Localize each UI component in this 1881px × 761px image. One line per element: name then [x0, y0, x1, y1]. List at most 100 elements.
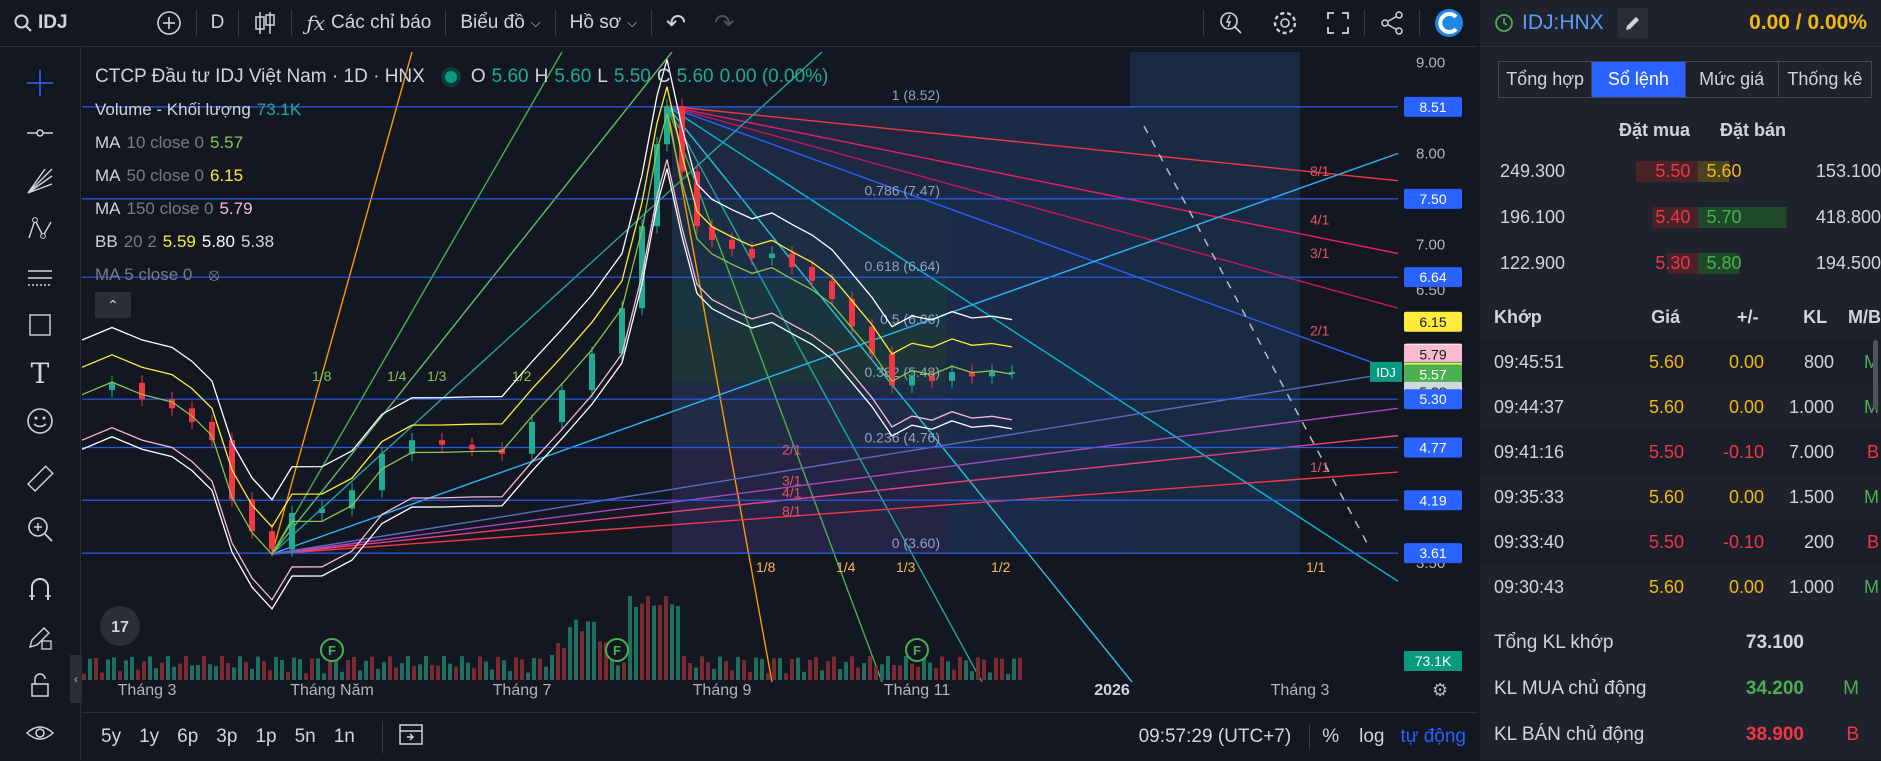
interval-button[interactable]: D — [197, 0, 239, 46]
eye-hidden-icon[interactable]: ⦻ — [208, 265, 219, 285]
indicators-button[interactable]: ƒx Các chỉ báo — [292, 0, 445, 46]
panel-price-change: 0.00 / 0.00% — [1749, 11, 1867, 34]
fullscreen-button[interactable] — [1312, 0, 1364, 46]
range-button-5n[interactable]: 5n — [286, 726, 325, 748]
trendline-tool[interactable] — [22, 115, 58, 151]
shape-tool[interactable] — [22, 307, 58, 343]
emoji-tool[interactable] — [22, 403, 58, 439]
event-marker[interactable]: F — [605, 638, 629, 662]
volume-bar — [136, 669, 140, 680]
edit-symbol-button[interactable] — [1617, 8, 1648, 38]
orderbook-row[interactable]: 196.100 5.40 5.70 418.800 — [1480, 194, 1881, 240]
match-header-cell: M/B — [1847, 306, 1881, 327]
pattern-tool[interactable] — [22, 211, 58, 247]
range-button-6p[interactable]: 6p — [168, 726, 207, 748]
orderbook-row[interactable]: 122.900 5.30 5.80 194.500 — [1480, 240, 1881, 286]
clock[interactable]: 09:57:29 (UTC+7) — [1139, 726, 1292, 748]
range-button-1y[interactable]: 1y — [130, 726, 168, 748]
fan-ratio-label: 4/1 — [782, 485, 802, 501]
forecast-tool[interactable] — [22, 259, 58, 295]
match-price: 5.60 — [1648, 397, 1684, 417]
ohlc-h-label: H — [534, 65, 549, 87]
match-row[interactable]: 09:41:16 5.50 -0.10 7.000 B — [1480, 430, 1881, 475]
match-row[interactable]: 09:35:33 5.60 0.00 1.500 M — [1480, 475, 1881, 520]
share-button[interactable] — [1365, 0, 1419, 46]
percent-toggle[interactable]: % — [1322, 726, 1339, 748]
volume-bar — [538, 658, 542, 680]
panel-symbol[interactable]: IDJ:HNX — [1522, 11, 1604, 35]
chart-type-dropdown[interactable]: Biểu đồ ⌵ — [446, 0, 554, 46]
candle-body — [949, 371, 955, 381]
volume-bar — [364, 660, 368, 680]
tab-1[interactable]: Sổ lệnh — [1592, 62, 1686, 97]
match-row[interactable]: 09:30:43 5.60 0.00 1.000 M — [1480, 565, 1881, 610]
match-row[interactable]: 09:44:37 5.60 0.00 1.000 M — [1480, 385, 1881, 430]
volume-value: 73.1K — [256, 99, 302, 119]
price-tag: 6.64 — [1404, 267, 1462, 288]
magnet-tool[interactable] — [22, 571, 58, 607]
event-marker-label: F — [913, 643, 921, 658]
range-button-5y[interactable]: 5y — [92, 726, 130, 748]
pencil-icon — [1625, 17, 1639, 30]
volume-bar — [1000, 658, 1004, 680]
redo-button[interactable]: ↷ — [700, 0, 748, 46]
text-tool[interactable]: T — [22, 355, 58, 391]
event-marker[interactable]: F — [320, 638, 344, 662]
volume-bar — [562, 647, 566, 680]
fib-level-label: 0.786 (7.47) — [865, 183, 941, 199]
orderbook-row[interactable]: 249.300 5.50 5.60 153.100 — [1480, 148, 1881, 194]
fib-level-label: 0.5 (6.06) — [880, 311, 940, 327]
redo-icon: ↷ — [714, 9, 735, 37]
tab-3[interactable]: Thống kê — [1779, 62, 1871, 97]
volume-bar — [460, 656, 464, 680]
volume-bar — [784, 673, 788, 680]
measure-tool[interactable] — [22, 461, 58, 497]
legend-volume-row[interactable]: Volume - Khối lượng 73.1K — [95, 93, 828, 126]
fib-fan-tool[interactable] — [22, 163, 58, 199]
legend-ma50-row[interactable]: MA 50 close 0 6.15 — [95, 159, 828, 192]
volume-bar — [190, 665, 194, 680]
log-toggle[interactable]: log — [1359, 726, 1384, 748]
collapse-toolbar-button[interactable]: ‹ — [70, 655, 82, 703]
price-tag: 4.19 — [1404, 490, 1462, 511]
legend-ma5-row[interactable]: MA 5 close 0 ⦻ — [95, 258, 828, 291]
volume-bar — [436, 665, 440, 680]
undo-button[interactable]: ↶ — [652, 0, 700, 46]
match-price: 5.60 — [1648, 487, 1684, 507]
zoom-tool[interactable] — [22, 511, 58, 547]
tv-logo[interactable]: 17 — [100, 606, 140, 646]
profile-dropdown[interactable]: Hồ sơ ⌵ — [556, 0, 651, 46]
zoom-in-icon — [28, 517, 53, 542]
range-button-3p[interactable]: 3p — [207, 726, 246, 748]
legend-bb-row[interactable]: BB 20 2 5.59 5.80 5.38 — [95, 225, 828, 258]
match-row[interactable]: 09:33:40 5.50 -0.10 200 B — [1480, 520, 1881, 565]
candles-button[interactable] — [239, 0, 291, 46]
volume-bar — [322, 673, 326, 680]
tab-0[interactable]: Tổng hợp — [1499, 62, 1593, 97]
undo-icon: ↶ — [666, 9, 687, 37]
volume-bar — [856, 667, 860, 680]
event-marker[interactable]: F — [905, 638, 929, 662]
auto-scale-toggle[interactable]: tự động — [1400, 726, 1466, 748]
panel-scrollbar[interactable] — [1873, 340, 1878, 410]
drawing-toolbar: T ‹ — [0, 47, 82, 760]
settings-button[interactable] — [1258, 0, 1312, 46]
match-row[interactable]: 09:45:51 5.60 0.00 800 M — [1480, 340, 1881, 385]
volume-bar — [682, 656, 686, 680]
range-button-1n[interactable]: 1n — [325, 726, 364, 748]
goto-date-button[interactable] — [381, 721, 425, 753]
range-button-1p[interactable]: 1p — [246, 726, 285, 748]
match-side: M — [1864, 487, 1879, 507]
legend-ma150-row[interactable]: MA 150 close 0 5.79 — [95, 192, 828, 225]
tab-2[interactable]: Mức giá — [1686, 62, 1779, 97]
time-axis-settings-icon[interactable]: ⚙ — [1432, 680, 1448, 701]
visibility-tool[interactable] — [22, 715, 58, 751]
stay-drawing-tool[interactable] — [22, 619, 58, 655]
quick-search-button[interactable] — [1204, 0, 1258, 46]
compare-button[interactable] — [142, 0, 196, 46]
legend-ma10-row[interactable]: MA 10 close 0 5.57 — [95, 126, 828, 159]
collapse-legend-button[interactable]: ⌃ — [95, 292, 131, 318]
lock-tool[interactable] — [22, 667, 58, 703]
crosshair-tool[interactable] — [22, 65, 58, 101]
symbol-search[interactable]: IDJ — [0, 0, 82, 46]
